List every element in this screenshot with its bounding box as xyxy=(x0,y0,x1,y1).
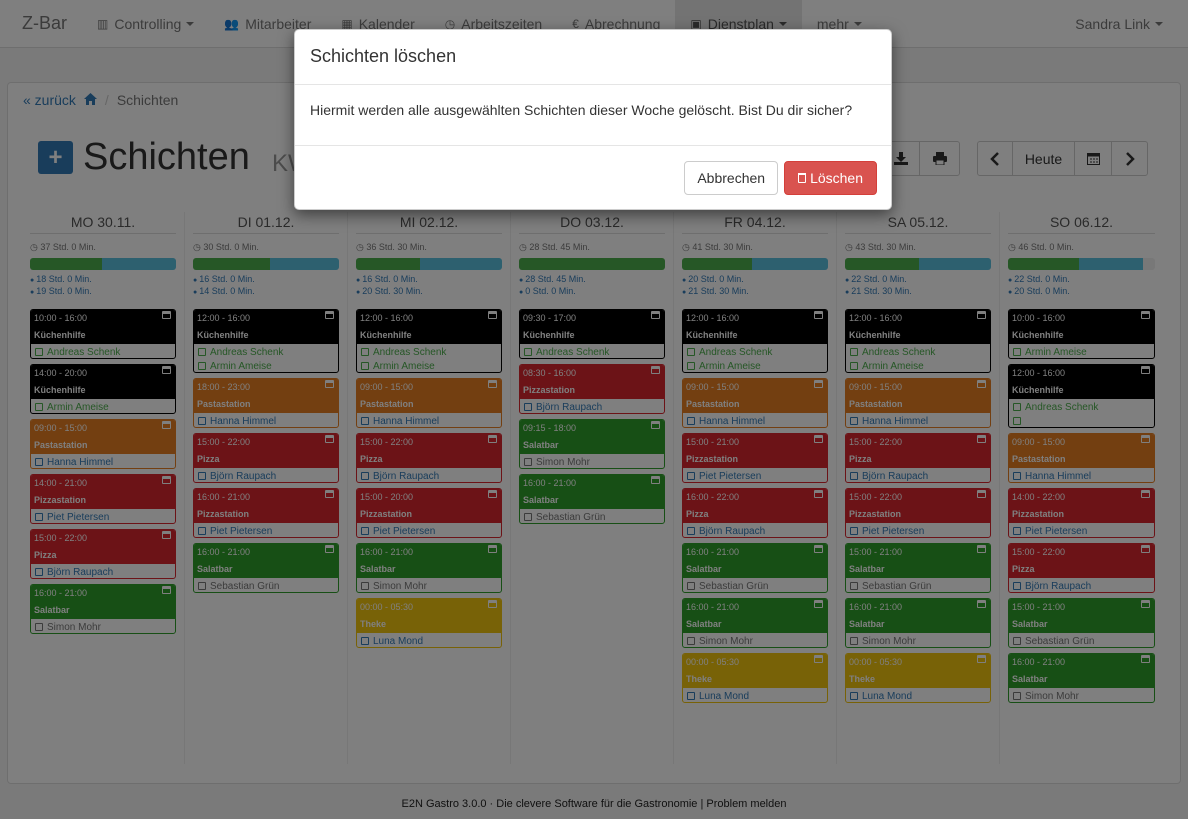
cancel-button[interactable]: Abbrechen xyxy=(684,161,779,195)
dialog-title: Schichten löschen xyxy=(295,30,891,85)
delete-button[interactable]: Löschen xyxy=(784,161,877,195)
delete-shifts-dialog: Schichten löschen Hiermit werden alle au… xyxy=(294,29,892,210)
dialog-message: Hiermit werden alle ausgewählten Schicht… xyxy=(295,85,891,146)
delete-button-label: Löschen xyxy=(810,170,863,186)
dialog-footer: Abbrechen Löschen xyxy=(684,161,877,195)
trash-icon xyxy=(798,173,807,183)
